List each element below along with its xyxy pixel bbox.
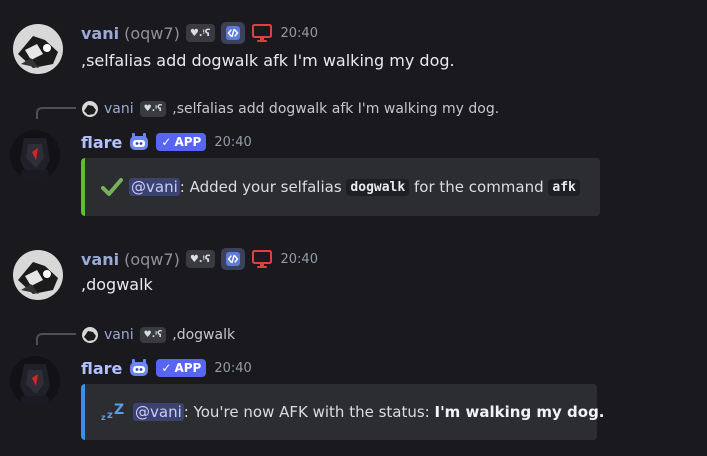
app-badge-label: APP (174, 361, 202, 375)
reply-connector (36, 107, 76, 119)
bot-face-icon (128, 132, 150, 152)
embed-card: zzZ @vani : You're now AFK with the stat… (81, 384, 605, 440)
embed-text-mid: for the command (409, 178, 549, 196)
user-nickname: (oqw7) (124, 249, 180, 269)
reply-avatar (82, 101, 98, 117)
app-badge-label: APP (174, 135, 202, 149)
embed-card: @vani : Added your selfalias dogwalk for… (81, 158, 600, 216)
desktop-status-icon (251, 22, 273, 44)
timestamp: 20:40 (280, 251, 318, 267)
username[interactable]: flare (81, 133, 122, 152)
zzz-icon: zzZ (101, 402, 127, 422)
user-mention[interactable]: @vani (129, 178, 180, 196)
reply-guild-tag: ♥.ᵎʕ (139, 101, 167, 117)
user-mention[interactable]: @vani (133, 403, 184, 421)
message-content: ,selfalias add dogwalk afk I'm walking m… (81, 51, 455, 70)
embed-text-start: : You're now AFK with the status: (183, 403, 435, 421)
heart-tag-label: ♥.ᵎʕ (189, 253, 211, 265)
svg-text:z: z (107, 410, 113, 421)
message-content: ,dogwalk (81, 275, 153, 294)
vani-avatar[interactable] (13, 24, 63, 74)
username[interactable]: vani (81, 250, 119, 269)
reply-content: ,selfalias add dogwalk afk I'm walking m… (172, 101, 500, 117)
command-code: afk (548, 178, 580, 196)
svg-text:Z: Z (114, 402, 124, 418)
message-vani-2: vani (oqw7) ♥.ᵎʕ 20:40 ,dogwalk (0, 230, 707, 320)
flare-avatar[interactable] (10, 130, 60, 180)
timestamp: 20:40 (214, 360, 252, 376)
alias-code: dogwalk (346, 178, 410, 196)
username[interactable]: flare (81, 359, 122, 378)
message-header: vani (oqw7) ♥.ᵎʕ 20:40 (81, 248, 318, 270)
reply-author[interactable]: vani (104, 101, 134, 117)
app-badge[interactable]: ✓ APP (156, 359, 207, 377)
verified-check-icon: ✓ (161, 135, 172, 149)
timestamp: 20:40 (214, 134, 252, 150)
username[interactable]: vani (81, 24, 119, 43)
user-nickname: (oqw7) (124, 23, 180, 43)
vani-avatar[interactable] (13, 250, 63, 300)
code-badge-icon[interactable] (220, 248, 245, 270)
reply-content: ,dogwalk (172, 327, 236, 343)
reply-connector (36, 333, 76, 345)
reply-guild-tag: ♥.ᵎʕ (139, 327, 167, 343)
timestamp: 20:40 (280, 25, 318, 41)
verified-check-icon: ✓ (161, 361, 172, 375)
guild-tag[interactable]: ♥.ᵎʕ (185, 250, 215, 268)
guild-tag[interactable]: ♥.ᵎʕ (185, 24, 215, 42)
svg-text:z: z (101, 413, 106, 422)
message-flare-2: vani ♥.ᵎʕ ,dogwalk flare ✓ APP 20:40 zzZ… (0, 316, 707, 456)
desktop-status-icon (251, 248, 273, 270)
flare-avatar[interactable] (10, 356, 60, 406)
reply-tag-label: ♥.ᵎʕ (143, 330, 163, 340)
code-badge-icon[interactable] (220, 22, 245, 44)
reply-preview[interactable]: vani ♥.ᵎʕ ,selfalias add dogwalk afk I'm… (82, 101, 499, 117)
app-badge[interactable]: ✓ APP (156, 133, 207, 151)
message-vani-1: vani (oqw7) ♥.ᵎʕ 20:40 ,selfalias add do… (0, 0, 707, 90)
message-header: flare ✓ APP 20:40 (81, 357, 252, 379)
reply-author[interactable]: vani (104, 327, 134, 343)
reply-avatar (82, 327, 98, 343)
message-header: vani (oqw7) ♥.ᵎʕ 20:40 (81, 22, 318, 44)
message-flare-1: vani ♥.ᵎʕ ,selfalias add dogwalk afk I'm… (0, 90, 707, 230)
reply-preview[interactable]: vani ♥.ᵎʕ ,dogwalk (82, 327, 235, 343)
heart-tag-label: ♥.ᵎʕ (189, 27, 211, 39)
message-header: flare ✓ APP 20:40 (81, 131, 252, 153)
reply-tag-label: ♥.ᵎʕ (143, 104, 163, 114)
afk-status-text: I'm walking my dog. (434, 403, 605, 421)
check-mark-icon (101, 177, 123, 197)
bot-face-icon (128, 358, 150, 378)
embed-text-start: : Added your selfalias (179, 178, 347, 196)
